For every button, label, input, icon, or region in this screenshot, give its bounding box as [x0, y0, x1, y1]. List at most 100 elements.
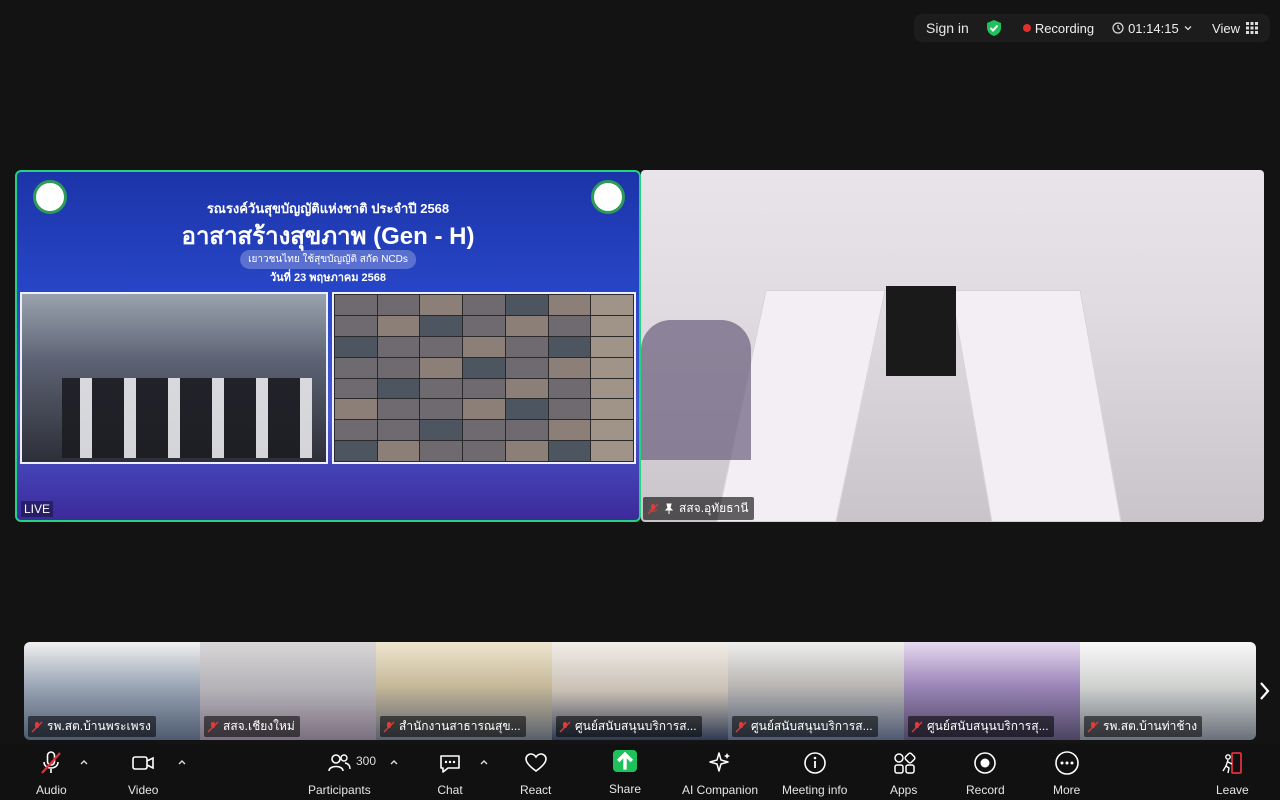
thumbnail-name: รพ.สต.บ้านท่าช้าง: [1103, 719, 1198, 733]
video-options-caret-icon[interactable]: [176, 756, 188, 768]
live-label: LIVE: [21, 501, 54, 517]
sign-in-link[interactable]: Sign in: [926, 20, 969, 36]
leave-button[interactable]: Leave: [1216, 750, 1249, 797]
record-icon: [974, 752, 997, 774]
react-label: React: [520, 783, 552, 797]
participant-name: สสจ.อุทัยธานี: [679, 501, 749, 515]
video-thumbnail[interactable]: สสจ.เชียงใหม่: [200, 642, 376, 740]
banner-subtitle: เยาวชนไทย ใช้สุขบัญญัติ สกัด NCDs: [240, 250, 416, 269]
share-button[interactable]: Share: [609, 750, 641, 796]
sparkle-icon: [709, 752, 731, 772]
audio-button[interactable]: Audio: [36, 750, 67, 797]
clock-icon: [1112, 22, 1124, 34]
thumbnail-name-tag: รพ.สต.บ้านท่าช้าง: [1084, 716, 1203, 737]
meeting-timer[interactable]: 01:14:15: [1112, 21, 1193, 36]
meeting-window: Sign in Recording 01:14:15 View รณรงค์วั…: [0, 0, 1280, 800]
thumbnail-name-tag: รพ.สต.บ้านพระเพรง: [28, 716, 156, 737]
view-button[interactable]: View: [1212, 21, 1258, 36]
mic-muted-icon: [647, 503, 659, 514]
thumbnail-name: ศูนย์สนับสนุนบริการส...: [751, 719, 873, 733]
participants-options-caret-icon[interactable]: [388, 756, 400, 768]
react-button[interactable]: React: [520, 750, 551, 797]
mic-muted-icon: [31, 721, 43, 732]
ai-companion-label: AI Companion: [682, 783, 759, 797]
thumbnail-name-tag: ศูนย์สนับสนุนบริการส...: [732, 716, 878, 737]
mic-muted-icon: [911, 721, 923, 732]
video-tile-live-broadcast[interactable]: รณรงค์วันสุขบัญญัติแห่งชาติ ประจำปี 2568…: [15, 170, 641, 522]
thumbnail-strip: รพ.สต.บ้านพระเพรง สสจ.เชียงใหม่ สำนักงาน…: [24, 642, 1256, 740]
meeting-info-label: Meeting info: [782, 783, 848, 797]
apps-icon: [893, 752, 916, 774]
chat-button[interactable]: Chat: [437, 750, 463, 797]
video-thumbnail[interactable]: สำนักงานสาธารณสุข...: [376, 642, 552, 740]
participants-label: Participants: [308, 783, 371, 797]
chat-label: Chat: [437, 783, 463, 797]
video-thumbnail[interactable]: ศูนย์สนับสนุนบริการสุ...: [904, 642, 1080, 740]
encryption-shield-icon[interactable]: [985, 19, 1003, 37]
mic-muted-icon: [1087, 721, 1099, 732]
video-label: Video: [128, 783, 159, 797]
leave-label: Leave: [1216, 783, 1249, 797]
pin-icon: [664, 503, 674, 514]
more-label: More: [1053, 783, 1081, 797]
thumbnail-name-tag: ศูนย์สนับสนุนบริการส...: [556, 716, 702, 737]
view-label: View: [1212, 20, 1240, 36]
record-button[interactable]: Record: [966, 750, 1005, 797]
grid-view-icon: [1246, 22, 1258, 34]
more-options-icon: [1054, 751, 1079, 775]
share-screen-icon: [613, 750, 638, 772]
thumbnail-name-tag: ศูนย์สนับสนุนบริการสุ...: [908, 716, 1054, 737]
banner-date: วันที่ 23 พฤษภาคม 2568: [269, 272, 387, 284]
video-camera-icon: [132, 756, 155, 770]
video-thumbnail[interactable]: ศูนย์สนับสนุนบริการส...: [552, 642, 728, 740]
ai-companion-button[interactable]: AI Companion: [682, 750, 758, 797]
participant-name-tag: สสจ.อุทัยธานี: [643, 497, 755, 520]
chevron-down-icon: [1184, 26, 1192, 31]
thumbnail-name-tag: สสจ.เชียงใหม่: [204, 716, 300, 737]
video-thumbnail[interactable]: รพ.สต.บ้านพระเพรง: [24, 642, 200, 740]
participants-group-image: [641, 320, 751, 460]
video-thumbnail[interactable]: รพ.สต.บ้านท่าช้าง: [1080, 642, 1256, 740]
participants-icon: [328, 754, 352, 772]
recording-indicator[interactable]: Recording: [1022, 20, 1095, 36]
mic-muted-icon: [207, 721, 219, 732]
record-label: Record: [966, 783, 1005, 797]
leave-door-icon: [1222, 752, 1243, 774]
participants-count: 300: [356, 754, 377, 768]
thumbnail-name: ศูนย์สนับสนุนบริการสุ...: [927, 719, 1049, 733]
thumbnail-name: สำนักงานสาธารณสุข...: [399, 719, 521, 733]
apps-button[interactable]: Apps: [890, 750, 917, 797]
stage-people-image: [62, 378, 312, 458]
chat-bubble-icon: [440, 755, 460, 773]
meeting-toolbar: Audio Video Participants 300 Chat React …: [0, 744, 1280, 800]
heart-icon: [524, 753, 547, 772]
room-table-right: [950, 290, 1122, 522]
chevron-right-icon[interactable]: [1258, 678, 1272, 704]
info-icon: [803, 752, 826, 774]
chat-options-caret-icon[interactable]: [478, 756, 490, 768]
apps-label: Apps: [890, 783, 918, 797]
thumbnail-name: ศูนย์สนับสนุนบริการส...: [575, 719, 697, 733]
video-thumbnail[interactable]: ศูนย์สนับสนุนบริการส...: [728, 642, 904, 740]
video-tile-meeting-room[interactable]: สสจ.อุทัยธานี: [641, 170, 1264, 522]
mic-muted-icon: [41, 751, 62, 774]
thumbnail-name: รพ.สต.บ้านพระเพรง: [47, 719, 151, 733]
recording-dot-icon: [1022, 24, 1031, 32]
recording-label: Recording: [1034, 20, 1095, 36]
audio-label: Audio: [36, 783, 67, 797]
timer-value: 01:14:15: [1128, 20, 1179, 36]
thumbnail-name-tag: สำนักงานสาธารณสุข...: [380, 716, 526, 737]
mic-muted-icon: [735, 721, 747, 732]
mic-muted-icon: [383, 721, 395, 732]
thumbnail-name: สสจ.เชียงใหม่: [223, 719, 295, 733]
more-button[interactable]: More: [1053, 750, 1080, 797]
mic-muted-icon: [559, 721, 571, 732]
monitor-image: [886, 286, 956, 376]
video-button[interactable]: Video: [128, 750, 158, 797]
top-status-bar: Sign in Recording 01:14:15 View: [914, 14, 1270, 42]
audio-options-caret-icon[interactable]: [78, 756, 90, 768]
meeting-info-button[interactable]: Meeting info: [782, 750, 847, 797]
stage-video-inset: [20, 292, 328, 464]
share-label: Share: [609, 782, 642, 796]
participant-gallery-inset: [332, 292, 636, 464]
